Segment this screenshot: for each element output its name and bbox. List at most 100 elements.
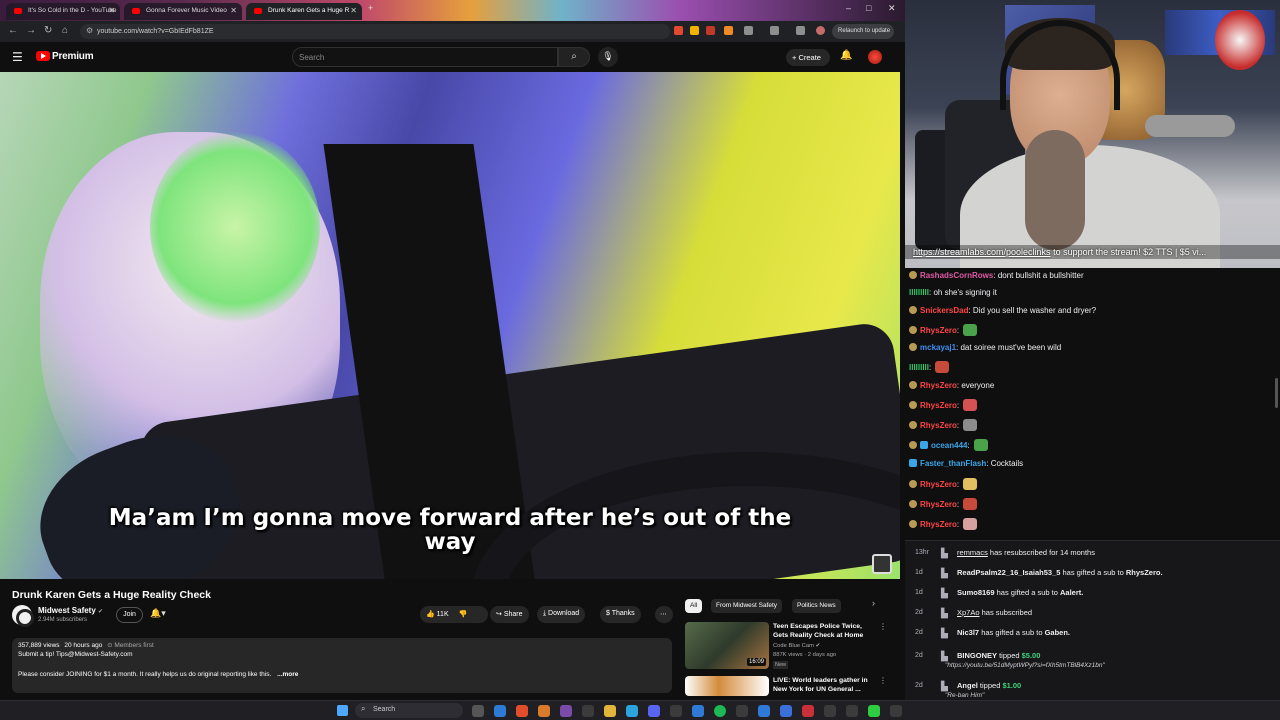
app-icon[interactable] xyxy=(692,705,704,717)
profile-avatar-icon[interactable] xyxy=(816,26,825,35)
close-window-icon[interactable]: ✕ xyxy=(888,3,896,14)
chat-username[interactable]: RhysZero xyxy=(920,500,957,509)
download-icon[interactable] xyxy=(796,26,805,35)
chat-username[interactable]: RhysZero xyxy=(920,401,957,410)
activity-user[interactable]: Angel xyxy=(957,681,978,690)
chrome-icon[interactable] xyxy=(538,705,550,717)
share-button[interactable]: ↪ Share xyxy=(490,606,529,623)
chat-username[interactable]: lllllllll xyxy=(909,288,929,297)
app-icon[interactable] xyxy=(736,705,748,717)
avatar[interactable] xyxy=(868,50,882,64)
channel-name[interactable]: Midwest Safety ✔ xyxy=(38,606,103,615)
chat-username[interactable]: RhysZero xyxy=(920,326,957,335)
app-icon[interactable] xyxy=(890,705,902,717)
download-button[interactable]: ⤓ Download xyxy=(537,606,586,623)
taskbar-search[interactable]: ⌕ Search xyxy=(355,703,463,718)
forward-icon[interactable]: → xyxy=(26,25,36,36)
close-tab-icon[interactable]: ✕ xyxy=(108,6,115,15)
chat-username[interactable]: Faster_thanFlash xyxy=(920,459,986,468)
url-input[interactable]: ⚙ youtube.com/watch?v=GbIEdFb81ZE xyxy=(80,24,670,39)
related-title[interactable]: LIVE: World leaders gather in New York f… xyxy=(773,676,871,694)
tab-drunk-karen[interactable]: Drunk Karen Gets a Huge R ✕ xyxy=(246,3,362,20)
chat-username[interactable]: RhysZero xyxy=(920,520,957,529)
extension-icon[interactable] xyxy=(674,26,683,35)
channel-name-text[interactable]: Midwest Safety xyxy=(38,606,96,615)
logo-premium-text[interactable]: Premium xyxy=(52,51,94,62)
related-channel[interactable]: Code Blue Cam ✔ xyxy=(773,643,820,649)
close-tab-icon[interactable]: ✕ xyxy=(230,6,237,15)
activity-user[interactable]: remmacs xyxy=(957,548,988,557)
maximize-icon[interactable]: □ xyxy=(866,3,871,13)
relaunch-button[interactable]: Relaunch to update xyxy=(832,24,894,39)
chat-username[interactable]: RhysZero xyxy=(920,480,957,489)
app-icon[interactable] xyxy=(868,705,880,717)
chrome-icon[interactable] xyxy=(516,705,528,717)
search-input[interactable]: Search xyxy=(292,47,558,67)
sidebar-icon[interactable] xyxy=(770,26,779,35)
chat-username[interactable]: SnickersDad xyxy=(920,306,968,315)
close-tab-icon[interactable]: ✕ xyxy=(350,6,357,15)
menu-icon[interactable]: ☰ xyxy=(12,50,23,64)
telegram-icon[interactable] xyxy=(626,705,638,717)
reload-icon[interactable]: ↻ xyxy=(44,25,52,36)
subscribe-bell-icon[interactable]: 🔔▾ xyxy=(150,608,166,619)
minimize-icon[interactable]: – xyxy=(846,3,851,13)
more-vert-icon[interactable]: ⋮ xyxy=(879,622,887,631)
join-button[interactable]: Join xyxy=(116,607,143,623)
tab-cold-in-the-d[interactable]: It's So Cold in the D - YouTube ✕ xyxy=(6,3,120,20)
related-title[interactable]: Teen Escapes Police Twice, Gets Reality … xyxy=(773,622,871,640)
new-tab-icon[interactable]: + xyxy=(368,3,373,13)
activity-user[interactable]: Xp7Ao xyxy=(957,608,980,617)
chat-username[interactable]: RhysZero xyxy=(920,381,957,390)
channel-avatar[interactable] xyxy=(12,605,34,627)
app-icon[interactable] xyxy=(582,705,594,717)
edge-icon[interactable] xyxy=(494,705,506,717)
home-icon[interactable]: ⌂ xyxy=(62,25,68,36)
video-thumbnail[interactable] xyxy=(685,676,769,696)
chat-username[interactable]: mckayaj1 xyxy=(920,343,956,352)
chat-username[interactable]: lllllllll xyxy=(909,363,929,372)
video-player[interactable]: Ma’am I’m gonna move forward after he’s … xyxy=(0,72,900,579)
app-icon[interactable] xyxy=(670,705,682,717)
tab-gonna-forever[interactable]: Gonna Forever Music Video ✕ xyxy=(124,3,242,20)
more-vert-icon[interactable]: ⋮ xyxy=(879,676,887,685)
file-explorer-icon[interactable] xyxy=(604,705,616,717)
obs-icon[interactable] xyxy=(560,705,572,717)
related-video[interactable]: 16:09 Teen Escapes Police Twice, Gets Re… xyxy=(685,622,890,672)
app-icon[interactable] xyxy=(802,705,814,717)
app-icon[interactable] xyxy=(780,705,792,717)
extension-icon[interactable] xyxy=(724,26,733,35)
show-more-link[interactable]: ...more xyxy=(277,671,298,678)
extension-icon[interactable] xyxy=(706,26,715,35)
app-icon[interactable] xyxy=(758,705,770,717)
more-actions-icon[interactable]: ⋯ xyxy=(655,606,673,623)
chat-username[interactable]: RashadsCornRows xyxy=(920,271,993,280)
activity-user[interactable]: BINGONEY xyxy=(957,651,997,660)
extension-icon[interactable] xyxy=(690,26,699,35)
chip-all[interactable]: All xyxy=(685,599,703,613)
description-box[interactable]: 357,889 views 20 hours ago ⊙ Members fir… xyxy=(12,638,672,693)
app-icon[interactable] xyxy=(824,705,836,717)
related-video[interactable]: LIVE: World leaders gather in New York f… xyxy=(685,676,890,700)
like-dislike-button[interactable]: 👍 11K 👎 xyxy=(420,606,488,623)
activity-user[interactable]: Sumo8169 xyxy=(957,588,995,597)
chevron-right-icon[interactable]: › xyxy=(872,598,875,608)
channel-watermark-icon[interactable] xyxy=(872,554,892,574)
chat-username[interactable]: RhysZero xyxy=(920,421,957,430)
voice-search-button[interactable]: 🎙 xyxy=(598,47,618,67)
task-view-icon[interactable] xyxy=(472,705,484,717)
chat-username[interactable]: ocean444 xyxy=(931,441,967,450)
chip-from-midwest-safety[interactable]: From Midwest Safety xyxy=(711,599,783,613)
youtube-logo-icon[interactable] xyxy=(36,51,50,61)
chat-scrollbar[interactable] xyxy=(1275,378,1278,408)
search-button[interactable]: ⌕ xyxy=(558,47,590,67)
create-button[interactable]: + Create xyxy=(786,49,830,66)
video-thumbnail[interactable]: 16:09 xyxy=(685,622,769,669)
chip-politics-news[interactable]: Politics News xyxy=(792,599,841,613)
activity-user[interactable]: Nic3l7 xyxy=(957,628,979,637)
activity-user[interactable]: ReadPsalm22_16_Isaiah53_5 xyxy=(957,568,1060,577)
extensions-puzzle-icon[interactable] xyxy=(744,26,753,35)
thanks-button[interactable]: $ Thanks xyxy=(600,606,641,623)
discord-icon[interactable] xyxy=(648,705,660,717)
windows-start-icon[interactable] xyxy=(337,705,348,716)
